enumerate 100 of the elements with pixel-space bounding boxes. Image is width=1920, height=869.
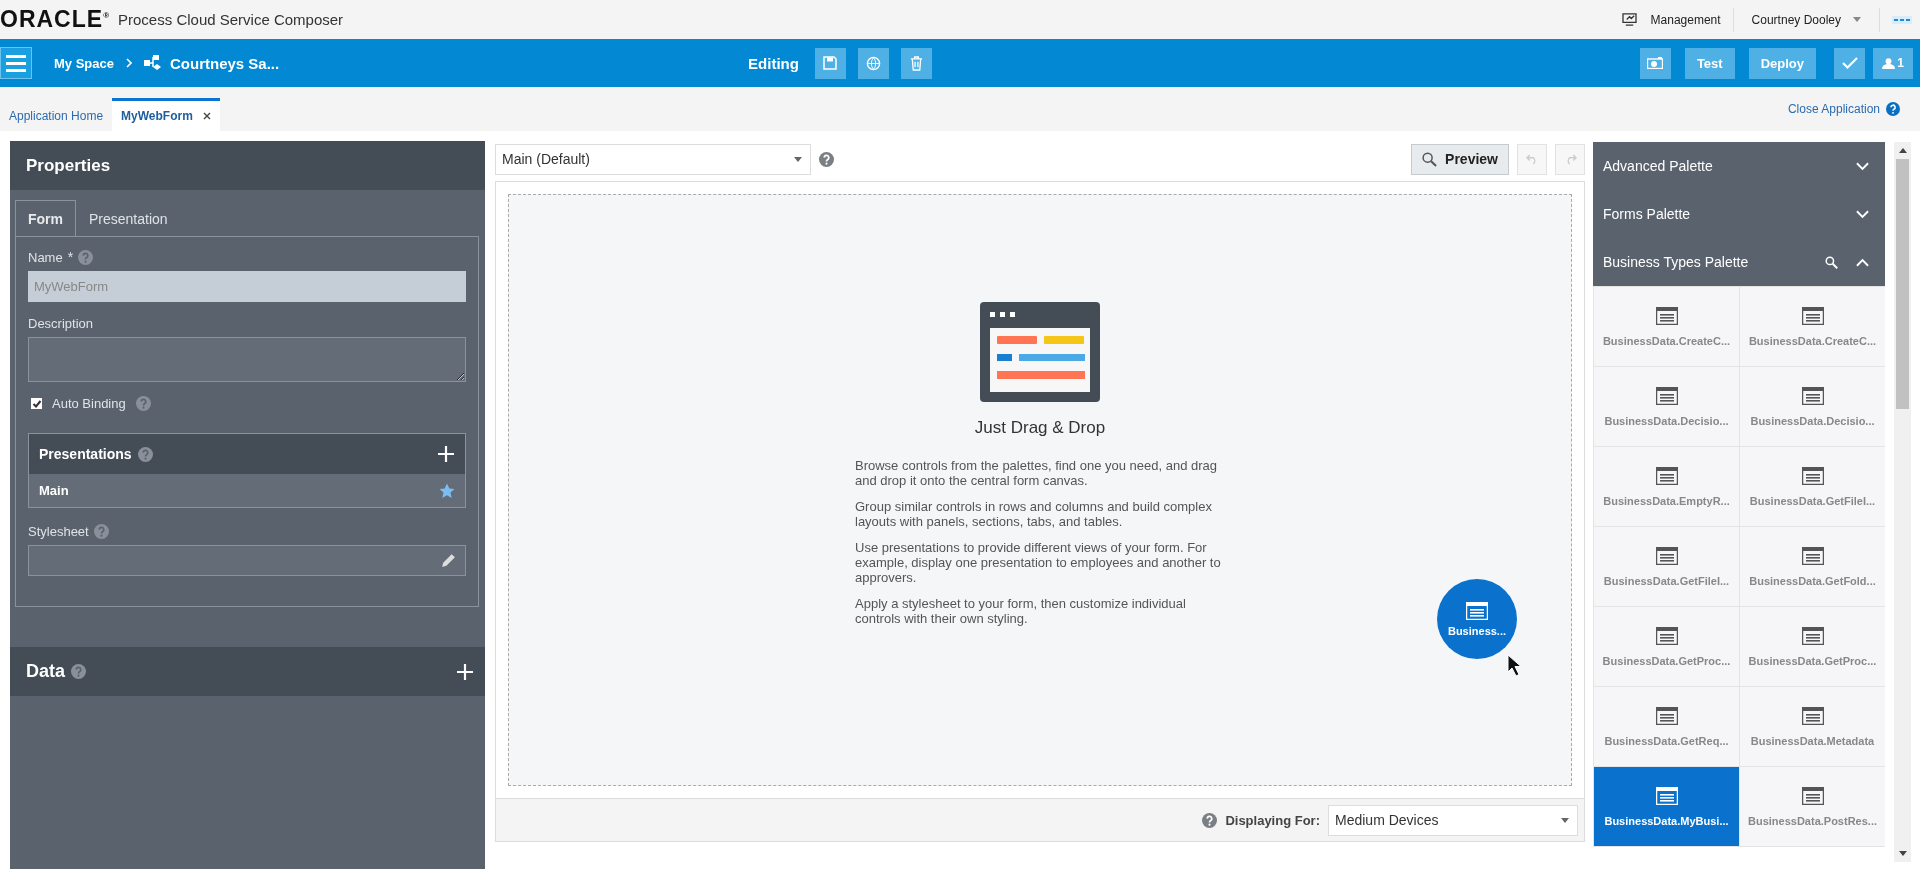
presentation-name: Main [39, 483, 69, 498]
palette-item[interactable]: BusinessData.PostRes... [1739, 766, 1885, 847]
chevron-down-icon[interactable] [1856, 161, 1869, 171]
toolbar-button[interactable]: Deploy [1748, 47, 1816, 79]
scrollbar[interactable] [1894, 142, 1911, 862]
chevron-up-icon[interactable] [1856, 257, 1869, 267]
palette-item[interactable]: BusinessData.GetFold... [1739, 526, 1885, 607]
palette-item[interactable]: BusinessData.Decisio... [1593, 366, 1740, 447]
user-menu[interactable]: Courtney Dooley [1745, 12, 1867, 27]
checkmark-icon [1841, 57, 1858, 69]
help-icon[interactable] [71, 664, 86, 679]
field-label: Name [28, 249, 63, 265]
checkbox-label: Auto Binding [52, 396, 126, 411]
instruction-paragraph: Apply a stylesheet to your form, then customize individual controls with their own styling. [855, 596, 1187, 626]
palette-item-label: BusinessData.CreateC... [1748, 334, 1877, 347]
palette-item[interactable]: BusinessData.GetFileI... [1739, 446, 1885, 527]
palette-item-label: BusinessData.GetProc... [1748, 654, 1877, 667]
form-icon [1801, 626, 1824, 645]
form-canvas[interactable] [508, 194, 1572, 786]
pencil-icon[interactable] [440, 552, 457, 569]
form-icon [1801, 306, 1824, 325]
properties-tab[interactable]: Form [15, 200, 76, 236]
stylesheet-field[interactable] [28, 545, 466, 576]
close-application-link[interactable]: Close Application [1787, 102, 1880, 116]
presentation-row[interactable]: Main [29, 474, 465, 507]
palette-item-label: BusinessData.Decisio... [1750, 414, 1875, 427]
users-button[interactable]: 1 [1873, 47, 1913, 79]
palette-title: Advanced Palette [1603, 158, 1713, 174]
preview-button[interactable]: Preview [1411, 143, 1509, 175]
palette-item[interactable]: BusinessData.EmptyR... [1593, 446, 1740, 527]
checkbox[interactable] [31, 398, 42, 409]
palette-item[interactable]: BusinessData.MyBusi... [1593, 766, 1740, 847]
instruction-paragraph: Browse controls from the palettes, find one you need, and drag and drop it onto the central form canvas. [855, 458, 1219, 488]
palette-item-label: BusinessData.EmptyR... [1603, 494, 1730, 507]
breadcrumb-link[interactable]: My Space [54, 55, 114, 71]
application-name: Courtneys Sa... [170, 54, 280, 72]
form-icon [1655, 306, 1678, 325]
help-icon[interactable] [1886, 102, 1900, 116]
close-icon[interactable] [202, 112, 211, 120]
palette-header[interactable]: Forms Palette [1593, 190, 1885, 238]
properties-tab[interactable]: Presentation [76, 200, 181, 236]
add-icon[interactable] [438, 446, 454, 462]
search-icon[interactable] [1825, 255, 1838, 269]
publish-button[interactable] [857, 47, 889, 79]
document-tab[interactable]: Application Home [0, 98, 113, 131]
palette-item[interactable]: BusinessData.GetReq... [1593, 686, 1740, 767]
palette-item[interactable]: BusinessData.Decisio... [1739, 366, 1885, 447]
validate-button[interactable] [1834, 47, 1865, 79]
empty-state-heading: Just Drag & Drop [974, 418, 1106, 438]
palette-item-label: BusinessData.Metadata [1750, 734, 1875, 747]
document-tab[interactable]: MyWebForm [112, 98, 220, 131]
app-title: Process Cloud Service Composer [118, 11, 344, 28]
palette-header[interactable]: Business Types Palette [1593, 238, 1885, 286]
more-icon[interactable] [1892, 15, 1912, 24]
help-icon[interactable] [1202, 812, 1218, 828]
scroll-up-icon[interactable] [1898, 148, 1907, 153]
palette-item[interactable]: BusinessData.CreateC... [1739, 286, 1885, 367]
scroll-down-icon[interactable] [1898, 851, 1907, 856]
panel-title: Properties [26, 155, 111, 176]
palette-header[interactable]: Advanced Palette [1593, 142, 1885, 190]
palette-item[interactable]: BusinessData.CreateC... [1593, 286, 1740, 367]
oracle-logo: ORACLE$^{®}$ [0, 6, 111, 33]
trash-icon [909, 55, 923, 71]
instruction-paragraph: Use presentations to provide different views of your form. For example, display one presentation to employees and another to approvers. [855, 540, 1222, 585]
chevron-down-icon[interactable] [1856, 209, 1869, 219]
palette-item[interactable]: BusinessData.GetFileI... [1593, 526, 1740, 607]
palette-title: Forms Palette [1603, 206, 1691, 222]
form-icon [1466, 601, 1488, 620]
form-icon [1655, 386, 1678, 405]
palette-item[interactable]: BusinessData.Metadata [1739, 686, 1885, 767]
form-icon [1655, 546, 1678, 565]
help-icon[interactable] [137, 446, 153, 462]
palette-item[interactable]: BusinessData.GetProc... [1739, 606, 1885, 687]
editing-status: Editing [748, 54, 799, 72]
device-dropdown[interactable]: Medium Devices [1328, 804, 1578, 836]
caret-icon [1853, 17, 1861, 22]
presentation-board-icon [1621, 13, 1637, 26]
palette-title: Business Types Palette [1603, 254, 1749, 270]
palette-item[interactable]: BusinessData.GetProc... [1593, 606, 1740, 687]
search-icon [1422, 151, 1438, 167]
dragged-control[interactable]: Business... [1437, 579, 1517, 659]
field-label: Stylesheet [28, 524, 89, 539]
camera-icon [1647, 57, 1664, 69]
delete-button[interactable] [900, 47, 932, 79]
palette-item-label: BusinessData.GetFold... [1749, 574, 1876, 587]
management-link[interactable]: Management [1621, 12, 1721, 27]
snapshot-button[interactable] [1639, 47, 1671, 79]
field-label: Displaying For: [1225, 812, 1320, 828]
caret-icon [794, 156, 802, 162]
add-icon[interactable] [457, 663, 473, 680]
toolbar-button[interactable]: Test [1684, 47, 1735, 79]
help-icon[interactable] [819, 151, 834, 167]
menu-button[interactable] [0, 47, 32, 79]
star-icon[interactable] [439, 482, 455, 499]
section-title: Presentations [39, 446, 132, 462]
required-mark: * [67, 249, 74, 265]
section-title: Data [26, 661, 65, 682]
save-button[interactable] [814, 47, 846, 79]
presentation-dropdown[interactable]: Main (Default) [495, 143, 811, 175]
description-field[interactable] [28, 337, 466, 382]
